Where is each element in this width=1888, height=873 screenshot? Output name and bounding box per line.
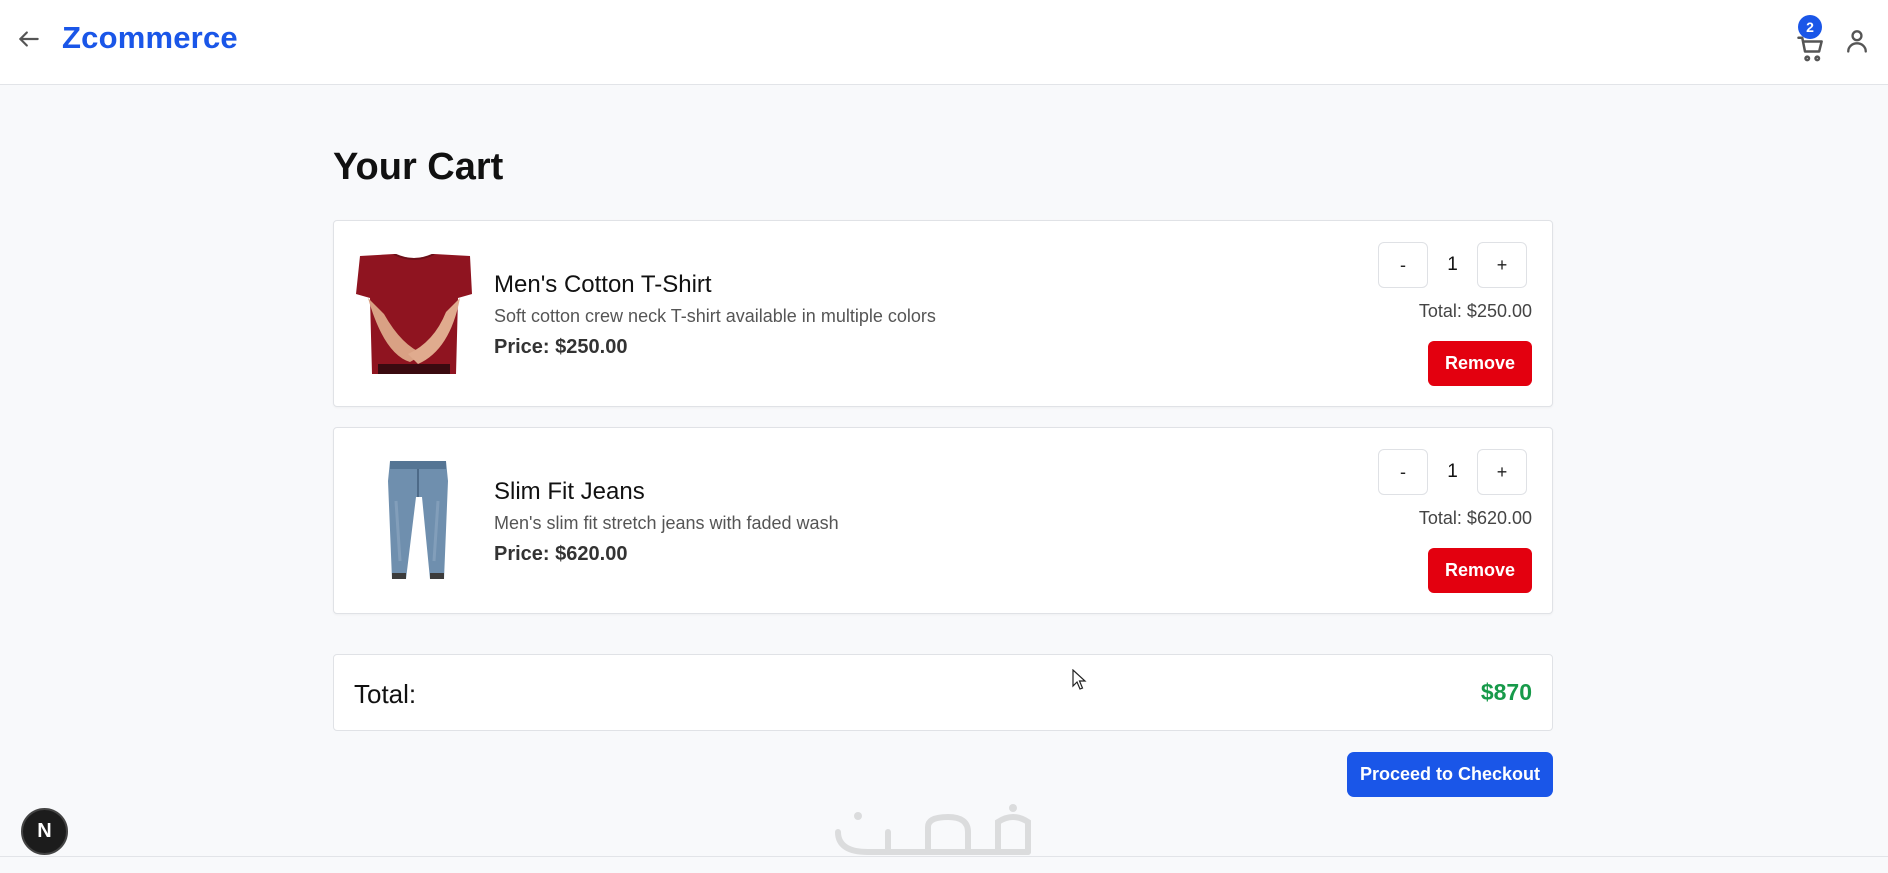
watermark-logo <box>828 802 1058 862</box>
increase-quantity-button[interactable]: + <box>1477 449 1527 495</box>
item-line-total: Total: $250.00 <box>1418 301 1532 321</box>
proceed-to-checkout-button[interactable]: Proceed to Checkout <box>1347 752 1553 797</box>
item-description: Soft cotton crew neck T-shirt available … <box>494 306 936 326</box>
cart-total-panel: Total: $870 <box>333 654 1553 731</box>
item-price: Price: $250.00 <box>494 336 628 358</box>
cart-item: Slim Fit Jeans Men's slim fit stretch je… <box>333 427 1553 614</box>
remove-button[interactable]: Remove <box>1428 341 1532 386</box>
item-name: Slim Fit Jeans <box>494 478 645 505</box>
item-name: Men's Cotton T-Shirt <box>494 271 712 298</box>
page-title: Your Cart <box>333 146 504 188</box>
total-value: $870 <box>1480 679 1532 705</box>
nextjs-dev-indicator[interactable]: N <box>21 808 68 855</box>
tshirt-image <box>354 254 474 374</box>
increase-quantity-button[interactable]: + <box>1477 242 1527 288</box>
quantity-value: 1 <box>1447 254 1458 275</box>
decrease-quantity-button[interactable]: - <box>1378 242 1428 288</box>
page-bottom-divider <box>0 856 1888 857</box>
item-description: Men's slim fit stretch jeans with faded … <box>494 513 839 533</box>
quantity-value: 1 <box>1447 461 1458 482</box>
jeans-image <box>354 461 474 581</box>
user-icon[interactable] <box>1843 27 1871 55</box>
cart-count-badge: 2 <box>1798 15 1822 39</box>
mouse-cursor-icon <box>1072 668 1088 691</box>
top-navbar: Zcommerce 2 <box>0 0 1888 85</box>
item-price: Price: $620.00 <box>494 543 628 565</box>
cart-item: Men's Cotton T-Shirt Soft cotton crew ne… <box>333 220 1553 407</box>
total-label: Total: <box>354 679 417 709</box>
decrease-quantity-button[interactable]: - <box>1378 449 1428 495</box>
remove-button[interactable]: Remove <box>1428 548 1532 593</box>
brand-logo[interactable]: Zcommerce <box>62 20 238 56</box>
item-line-total: Total: $620.00 <box>1418 508 1532 528</box>
back-arrow-icon[interactable] <box>16 26 42 52</box>
